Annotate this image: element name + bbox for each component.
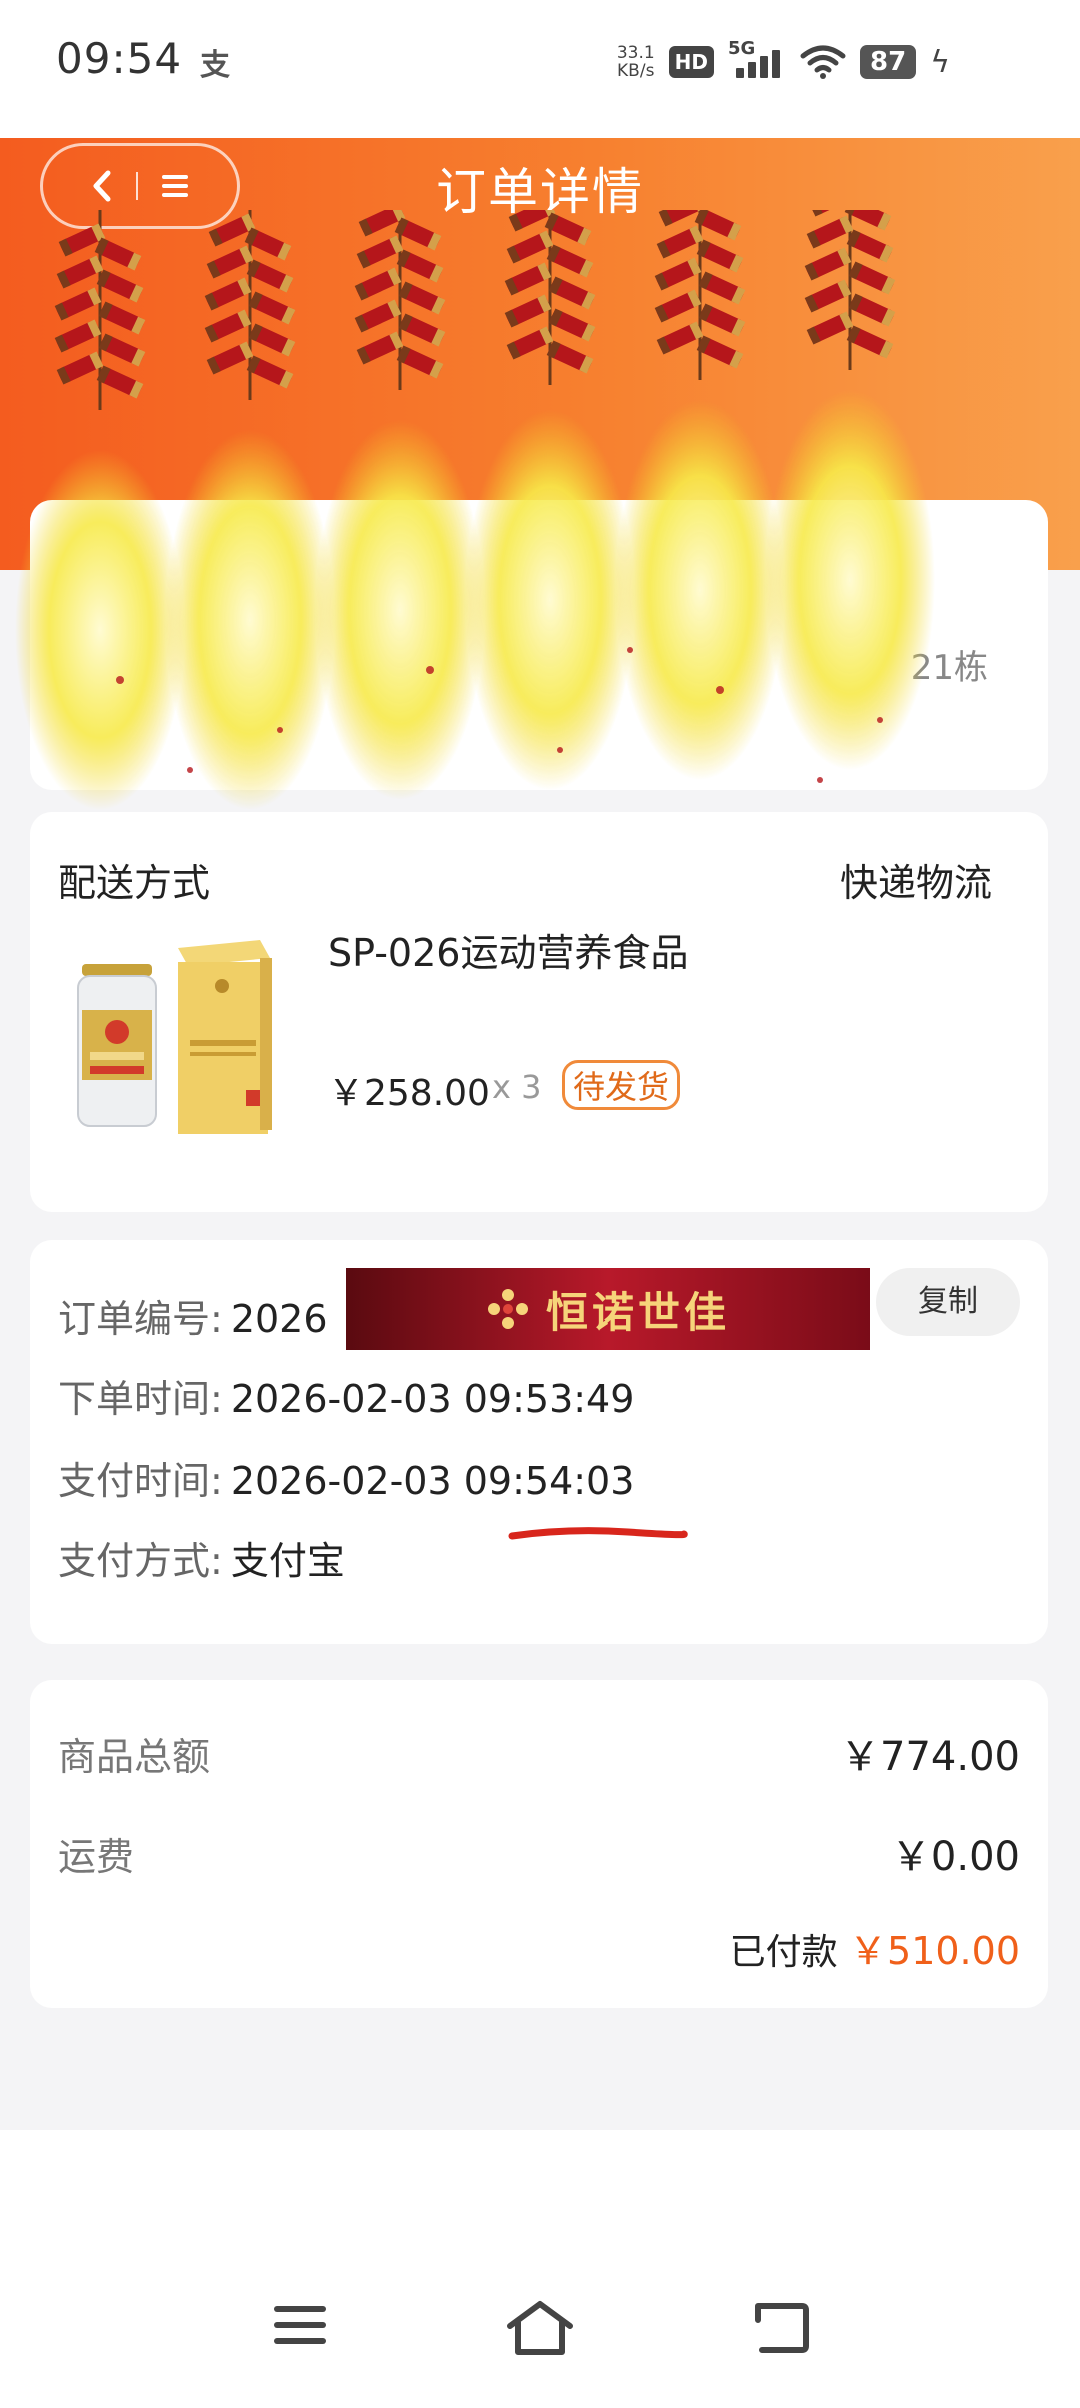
pay-method-value: 支付宝 bbox=[230, 1539, 345, 1583]
goods-total-value: ￥774.00 bbox=[840, 1734, 1020, 1780]
product-card[interactable]: 配送方式 快递物流 SP-026运动营养食品 ￥258.00 x 3 待发货 bbox=[30, 812, 1048, 1212]
order-number-value: 2026 bbox=[230, 1297, 328, 1341]
status-time: 09:54 bbox=[56, 34, 183, 83]
overlay-banner-text: 恒诺世佳 bbox=[545, 1287, 730, 1337]
battery-icon: 87 bbox=[860, 45, 917, 79]
paid-label: 已付款 bbox=[729, 1932, 838, 1973]
pay-time-label: 支付时间: bbox=[58, 1459, 223, 1503]
delivery-method-value: 快递物流 bbox=[839, 861, 992, 905]
pay-time-row: 支付时间: 2026-02-03 09:54:03 bbox=[58, 1450, 634, 1505]
price-summary-card: 商品总额 ￥774.00 运费 ￥0.00 已付款 ￥510.00 bbox=[30, 1680, 1048, 2008]
network-type: 5G bbox=[728, 38, 756, 59]
brand-logo-icon bbox=[487, 1289, 528, 1329]
back-icon[interactable] bbox=[750, 2300, 810, 2356]
status-badge: 待发货 bbox=[562, 1060, 681, 1110]
product-quantity: x 3 bbox=[492, 1068, 542, 1106]
product-name[interactable]: SP-026运动营养食品 bbox=[328, 922, 688, 977]
charging-icon: ϟ bbox=[930, 44, 950, 80]
copy-button[interactable]: 复制 bbox=[876, 1268, 1020, 1336]
pay-method-label: 支付方式: bbox=[58, 1539, 223, 1583]
red-underline-annotation bbox=[508, 1527, 688, 1540]
order-time-row: 下单时间: 2026-02-03 09:53:49 bbox=[58, 1368, 634, 1423]
hd-icon: HD bbox=[668, 46, 715, 78]
pay-method-row: 支付方式: 支付宝 bbox=[58, 1530, 345, 1585]
address-card[interactable]: 21栋 bbox=[30, 500, 1048, 790]
shipping-fee-value: ￥0.00 bbox=[890, 1834, 1020, 1880]
paid-amount-row: 已付款 ￥510.00 bbox=[730, 1920, 1020, 1975]
signal-icon: 5G bbox=[728, 38, 786, 82]
network-speed: 33.1 KB/s bbox=[617, 44, 655, 80]
order-info-card: 订单编号: 2026 恒诺世佳 复制 下单时间: 2026-02-03 09:53:… bbox=[30, 1240, 1048, 1644]
status-bar: 09:54 支 33.1 KB/s HD 5G 87 ϟ bbox=[0, 0, 1080, 108]
paid-amount-value: ￥510.00 bbox=[849, 1929, 1020, 1973]
order-number-label: 订单编号: bbox=[58, 1297, 223, 1341]
menu-icon[interactable] bbox=[272, 2300, 328, 2350]
product-price: ￥258.00 bbox=[328, 1073, 490, 1114]
speed-unit: KB/s bbox=[617, 61, 655, 81]
alipay-icon: 支 bbox=[200, 48, 230, 83]
system-navigation-bar bbox=[0, 2130, 1080, 2408]
order-time-value: 2026-02-03 09:53:49 bbox=[230, 1377, 635, 1421]
wifi-icon bbox=[800, 45, 846, 79]
overlay-banner: 恒诺世佳 bbox=[346, 1268, 870, 1350]
shipping-fee-label: 运费 bbox=[58, 1835, 135, 1879]
address-text: 21栋 bbox=[910, 648, 988, 688]
delivery-method-label: 配送方式 bbox=[58, 861, 211, 905]
goods-total-label: 商品总额 bbox=[58, 1735, 211, 1779]
order-detail-screen: 09:54 支 33.1 KB/s HD 5G 87 ϟ 订单详情 21栋 配送… bbox=[0, 0, 1080, 2408]
home-icon[interactable] bbox=[504, 2300, 576, 2356]
order-time-label: 下单时间: bbox=[58, 1377, 223, 1421]
speed-value: 33.1 bbox=[616, 43, 655, 63]
pay-time-value: 2026-02-03 09:54:03 bbox=[230, 1459, 635, 1503]
page-title: 订单详情 bbox=[436, 163, 644, 221]
status-indicators: 33.1 KB/s HD 5G 87 ϟ bbox=[617, 38, 950, 86]
product-thumbnail[interactable] bbox=[70, 940, 318, 1140]
order-number-row: 订单编号: 2026 bbox=[58, 1288, 328, 1343]
